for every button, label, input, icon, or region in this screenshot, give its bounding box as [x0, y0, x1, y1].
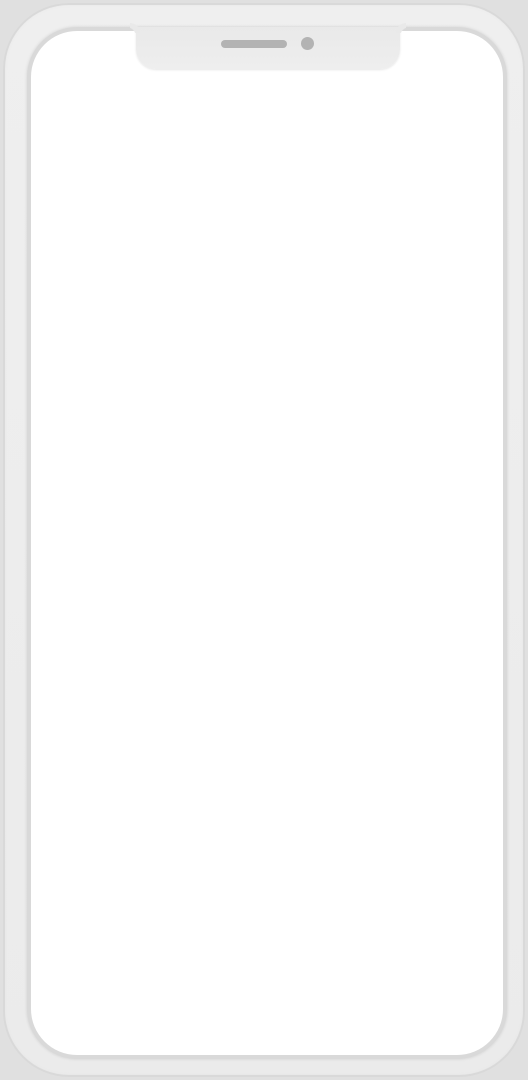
notch — [136, 27, 400, 69]
speaker-grille-icon — [221, 40, 287, 48]
phone-frame — [3, 3, 525, 1077]
front-camera-icon — [301, 37, 314, 50]
phone-screen — [31, 31, 503, 1055]
